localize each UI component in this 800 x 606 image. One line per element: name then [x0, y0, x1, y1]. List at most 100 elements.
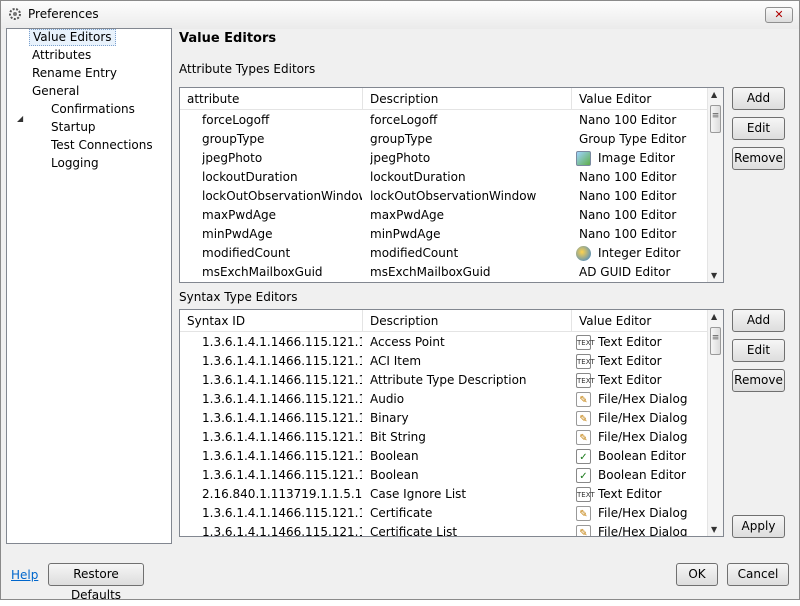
row-description: Boolean	[370, 468, 419, 482]
row-attribute: minPwdAge	[202, 227, 273, 241]
row-id: 1.3.6.1.4.1.1466.115.121.1.6	[202, 430, 362, 444]
syntax-types-table: Syntax ID Description Value Editor 1.3.6…	[179, 309, 724, 537]
row-description: Boolean	[370, 449, 419, 463]
tree-item-confirmations[interactable]: Confirmations	[48, 101, 138, 118]
column-header-attribute[interactable]: attribute	[180, 88, 363, 110]
expand-arrow-icon[interactable]: ◢	[17, 114, 27, 124]
row-description: forceLogoff	[370, 113, 438, 127]
row-value-editor: File/Hex Dialog	[598, 506, 688, 520]
attribute-add-button[interactable]: Add	[732, 87, 785, 110]
scroll-thumb[interactable]	[710, 105, 721, 133]
row-description: lockOutObservationWindow	[370, 189, 537, 203]
table-row[interactable]: 1.3.6.1.4.1.1466.115.121.1.7.9... Boolean…	[180, 466, 708, 485]
table-row[interactable]: 1.3.6.1.4.1.1466.115.121.1.2 Access Point…	[180, 333, 708, 352]
scroll-up-arrow-icon[interactable]: ▲	[711, 312, 717, 321]
file-hex-icon: ✎	[576, 525, 591, 536]
table-row[interactable]: 2.16.840.1.113719.1.1.5.1.6 Case Ignore L…	[180, 485, 708, 504]
table-row[interactable]: forceLogoff forceLogoff Nano 100 Editor	[180, 111, 708, 130]
main-panel: Value Editors Attribute Types Editors at…	[174, 28, 794, 548]
table-row[interactable]: 1.3.6.1.4.1.1466.115.121.1.7 Boolean ✓ Bool…	[180, 447, 708, 466]
attribute-types-table: attribute Description Value Editor force…	[179, 87, 724, 283]
row-attribute: lockOutObservationWindow	[202, 189, 362, 203]
row-value-editor: File/Hex Dialog	[598, 392, 688, 406]
column-header-value-editor[interactable]: Value Editor	[572, 310, 708, 332]
apply-button[interactable]: Apply	[732, 515, 785, 538]
row-description: minPwdAge	[370, 227, 441, 241]
table-row[interactable]: jpegPhoto jpegPhoto Image Editor	[180, 149, 708, 168]
scroll-down-arrow-icon[interactable]: ▼	[711, 271, 717, 280]
row-value-editor: Group Type Editor	[579, 132, 687, 146]
row-value-editor: Nano 100 Editor	[579, 170, 677, 184]
row-attribute: groupType	[202, 132, 265, 146]
table-row[interactable]: 1.3.6.1.4.1.1466.115.121.1.9 Certificate …	[180, 523, 708, 536]
row-value-editor: Nano 100 Editor	[579, 227, 677, 241]
table-row[interactable]: groupType groupType Group Type Editor	[180, 130, 708, 149]
image-icon	[576, 151, 591, 166]
row-id: 1.3.6.1.4.1.1466.115.121.1.1	[202, 354, 362, 368]
help-link[interactable]: Help	[11, 568, 38, 582]
row-value-editor: Text Editor	[598, 373, 662, 387]
table-row[interactable]: modifiedCount modifiedCount Integer Editor	[180, 244, 708, 263]
file-hex-icon: ✎	[576, 430, 591, 445]
syntax-table-scrollbar[interactable]: ▲ ▼	[707, 310, 723, 536]
table-header: Syntax ID Description Value Editor	[180, 310, 708, 332]
text-editor-icon: TEXT	[576, 373, 595, 388]
preferences-window: Preferences ✕ Value Editors Attributes R…	[0, 0, 800, 602]
tree-item-attributes[interactable]: Attributes	[29, 47, 94, 64]
attribute-edit-button[interactable]: Edit	[732, 117, 785, 140]
syntax-edit-button[interactable]: Edit	[732, 339, 785, 362]
column-header-syntax-id[interactable]: Syntax ID	[180, 310, 363, 332]
column-header-value-editor[interactable]: Value Editor	[572, 88, 708, 110]
syntax-add-button[interactable]: Add	[732, 309, 785, 332]
tree-item-test-connections[interactable]: Test Connections	[48, 137, 156, 154]
row-description: lockoutDuration	[370, 170, 466, 184]
tree-item-startup[interactable]: Startup	[48, 119, 99, 136]
scroll-down-arrow-icon[interactable]: ▼	[711, 525, 717, 534]
row-id: 1.3.6.1.4.1.1466.115.121.1.5	[202, 411, 362, 425]
scroll-thumb[interactable]	[710, 327, 721, 355]
tree-item-logging[interactable]: Logging	[48, 155, 102, 172]
restore-defaults-button[interactable]: Restore Defaults	[48, 563, 144, 602]
row-description: Access Point	[370, 335, 445, 349]
table-row[interactable]: lockOutObservationWindow lockOutObservati…	[180, 187, 708, 206]
table-row[interactable]: 1.3.6.1.4.1.1466.115.121.1.4 Audio ✎ File/H…	[180, 390, 708, 409]
row-attribute: forceLogoff	[202, 113, 270, 127]
tree-item-rename-entry[interactable]: Rename Entry	[29, 65, 120, 82]
row-value-editor: Integer Editor	[598, 246, 681, 260]
row-id: 1.3.6.1.4.1.1466.115.121.1.7	[202, 449, 362, 463]
row-description: Case Ignore List	[370, 487, 467, 501]
tree-item-general[interactable]: General	[29, 83, 82, 100]
row-value-editor: File/Hex Dialog	[598, 525, 688, 537]
cancel-button[interactable]: Cancel	[727, 563, 789, 586]
preferences-tree: Value Editors Attributes Rename Entry ◢ …	[6, 28, 172, 544]
table-row[interactable]: msExchMailboxGuid msExchMailboxGuid AD GUI…	[180, 263, 708, 282]
ok-button[interactable]: OK	[676, 563, 718, 586]
column-header-description[interactable]: Description	[363, 310, 572, 332]
row-description: ACI Item	[370, 354, 422, 368]
table-row[interactable]: 1.3.6.1.4.1.1466.115.121.1.6 Bit String ✎ F…	[180, 428, 708, 447]
text-editor-icon: TEXT	[576, 354, 595, 369]
row-value-editor: File/Hex Dialog	[598, 430, 688, 444]
table-row[interactable]: lockoutDuration lockoutDuration Nano 100 E…	[180, 168, 708, 187]
row-value-editor: Image Editor	[598, 151, 675, 165]
scroll-up-arrow-icon[interactable]: ▲	[711, 90, 717, 99]
table-row[interactable]: minPwdAge minPwdAge Nano 100 Editor	[180, 225, 708, 244]
row-value-editor: AD GUID Editor	[579, 265, 671, 279]
row-description: Bit String	[370, 430, 426, 444]
syntax-remove-button[interactable]: Remove	[732, 369, 785, 392]
attribute-table-scrollbar[interactable]: ▲ ▼	[707, 88, 723, 282]
page-title: Value Editors	[179, 31, 277, 46]
table-row[interactable]: 1.3.6.1.4.1.1466.115.121.1.8 Certificate ✎…	[180, 504, 708, 523]
row-id: 1.3.6.1.4.1.1466.115.121.1.3	[202, 373, 362, 387]
table-row[interactable]: 1.3.6.1.4.1.1466.115.121.1.5 Binary ✎ File/…	[180, 409, 708, 428]
table-row[interactable]: 1.3.6.1.4.1.1466.115.121.1.3 Attribute Ty…	[180, 371, 708, 390]
close-button[interactable]: ✕	[765, 7, 793, 23]
attribute-remove-button[interactable]: Remove	[732, 147, 785, 170]
row-id: 1.3.6.1.4.1.1466.115.121.1.8	[202, 506, 362, 520]
tree-item-value-editors[interactable]: Value Editors	[29, 29, 116, 46]
table-row[interactable]: 1.3.6.1.4.1.1466.115.121.1.1 ACI Item TEXT…	[180, 352, 708, 371]
row-description: maxPwdAge	[370, 208, 445, 222]
column-header-description[interactable]: Description	[363, 88, 572, 110]
row-id: 2.16.840.1.113719.1.1.5.1.6	[202, 487, 362, 501]
table-row[interactable]: maxPwdAge maxPwdAge Nano 100 Editor	[180, 206, 708, 225]
